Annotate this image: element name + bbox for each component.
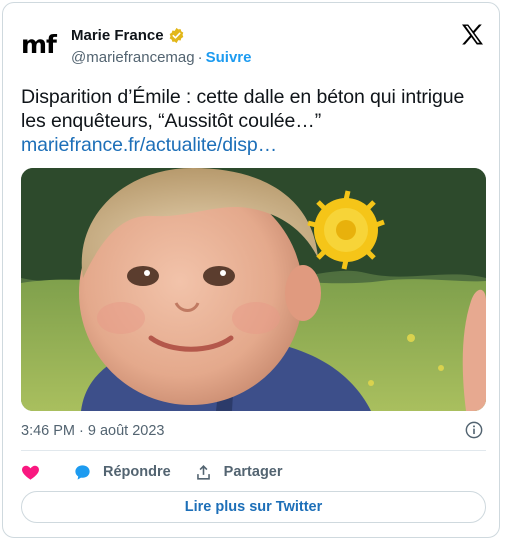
- reply-label: Répondre: [103, 464, 171, 480]
- follow-button[interactable]: Suivre: [206, 49, 252, 66]
- marie-france-logo[interactable]: mf: [21, 27, 65, 63]
- author-name-text: Marie France: [71, 27, 164, 44]
- author-handle[interactable]: @mariefrancemag: [71, 49, 195, 66]
- tweet-actions: Répondre Partager: [21, 461, 283, 483]
- separator-dot: ·: [197, 49, 203, 66]
- reply-button[interactable]: Répondre: [73, 463, 171, 482]
- info-icon[interactable]: [465, 421, 483, 439]
- x-logo-icon[interactable]: [461, 24, 484, 45]
- author-name[interactable]: Marie France: [71, 27, 185, 44]
- speech-bubble-icon: [75, 464, 90, 480]
- child-with-flower-photo: [21, 168, 486, 411]
- tweet-photo[interactable]: [21, 168, 486, 411]
- verified-badge-icon: [169, 27, 183, 44]
- tweet-body: Disparition d’Émile : cette dalle en bét…: [21, 86, 465, 132]
- share-button[interactable]: Partager: [194, 463, 283, 482]
- tweet-text: Disparition d’Émile : cette dalle en bét…: [21, 85, 491, 157]
- tweet-card: mf Marie France @mariefrancemag · Suivre D…: [2, 2, 500, 538]
- read-more-button[interactable]: Lire plus sur Twitter: [21, 491, 486, 523]
- divider: [21, 450, 486, 451]
- tweet-timestamp[interactable]: 3:46 PM · 9 août 2023: [21, 423, 165, 439]
- share-label: Partager: [223, 464, 283, 480]
- heart-icon: [22, 465, 39, 480]
- handle-row: @mariefrancemag · Suivre: [71, 49, 251, 66]
- share-icon: [196, 464, 210, 480]
- article-link[interactable]: mariefrance.fr/actualite/disp…: [21, 133, 491, 157]
- like-button[interactable]: [21, 463, 40, 482]
